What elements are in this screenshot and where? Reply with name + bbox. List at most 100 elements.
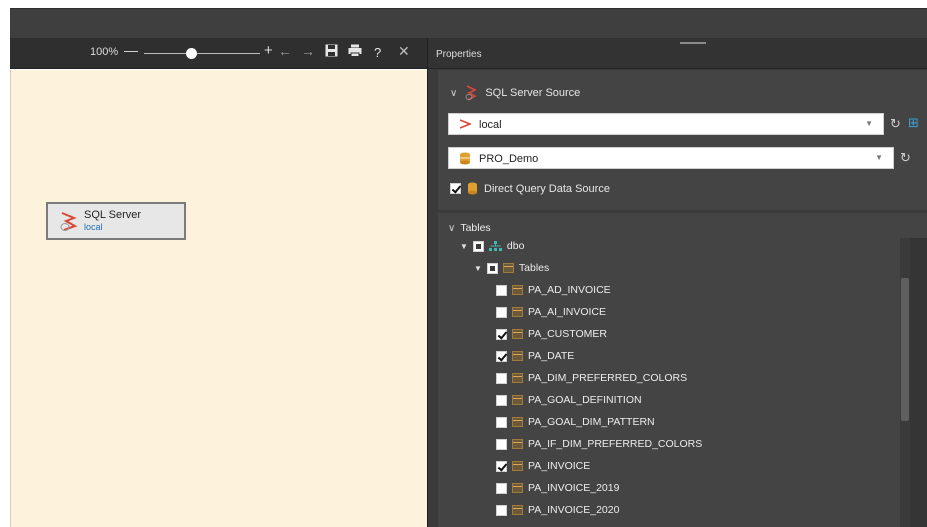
direct-query-row[interactable]: Direct Query Data Source (450, 182, 610, 195)
properties-pane: Properties ∨ SQL Server Source local ▼ ↻… (427, 38, 927, 527)
table-row[interactable]: PA_IF_DIM_PREFERRED_COLORS (496, 435, 702, 453)
table-checkbox[interactable] (496, 394, 507, 406)
expand-triangle-icon[interactable]: ▼ (474, 264, 482, 273)
direct-query-checkbox[interactable] (450, 183, 461, 194)
schema-checkbox[interactable] (472, 240, 484, 252)
tables-section-header[interactable]: ∨ Tables (448, 219, 491, 237)
table-row[interactable]: PA_AI_INVOICE (496, 303, 606, 321)
refresh-icon[interactable]: ↻ (890, 116, 901, 132)
table-name: PA_INVOICE (528, 460, 591, 472)
database-icon (468, 182, 477, 195)
table-name: PA_GOAL_DIM_PATTERN (528, 416, 655, 428)
server-value: local (479, 119, 502, 131)
diagram-pane: 100% — + ← → ? ✕ SQL Server local (10, 38, 427, 527)
resize-grip[interactable] (680, 42, 706, 44)
table-icon (512, 439, 523, 449)
sql-server-icon (60, 212, 78, 231)
chevron-down-icon[interactable]: ∨ (448, 223, 455, 234)
table-checkbox[interactable] (496, 350, 507, 362)
table-checkbox[interactable] (496, 416, 507, 428)
tables-folder-label: Tables (518, 262, 550, 274)
expand-triangle-icon[interactable]: ▼ (460, 242, 468, 251)
sql-server-icon (465, 85, 478, 101)
diagram-canvas[interactable]: SQL Server local (10, 70, 427, 527)
schema-label: dbo (506, 240, 525, 252)
table-name: PA_IF_DIM_PREFERRED_COLORS (528, 438, 703, 450)
direct-query-label: Direct Query Data Source (484, 182, 610, 195)
right-edge-strip (910, 238, 927, 527)
table-row[interactable]: PA_INVOICE_2020 (496, 501, 619, 519)
tables-section: ∨ Tables ▼ dbo ▼ Tables PA_AD_INVOICE PA_… (438, 213, 927, 527)
table-icon (512, 329, 523, 339)
schema-node-dbo[interactable]: ▼ dbo (460, 237, 524, 255)
table-icon (512, 307, 523, 317)
node-subtitle: local (84, 222, 103, 232)
table-row[interactable]: PA_CUSTOMER (496, 325, 607, 343)
table-checkbox[interactable] (496, 372, 507, 384)
table-icon (512, 505, 523, 515)
table-checkbox[interactable] (496, 284, 507, 296)
zoom-label: 100% (90, 46, 119, 58)
table-row[interactable]: PA_DIM_PREFERRED_COLORS (496, 369, 687, 387)
database-value: PRO_Demo (479, 153, 539, 165)
table-name: PA_DIM_PREFERRED_COLORS (528, 372, 688, 384)
tables-folder-checkbox[interactable] (486, 262, 498, 274)
properties-title: Properties (436, 49, 482, 60)
diagram-toolbar: 100% — + ← → ? ✕ (10, 38, 427, 69)
connection-settings-icon[interactable]: ⊞ (908, 115, 919, 131)
table-row[interactable]: PA_GOAL_DIM_PATTERN (496, 413, 655, 431)
table-checkbox[interactable] (496, 306, 507, 318)
table-icon (512, 351, 523, 361)
chevron-down-icon[interactable]: ▼ (875, 153, 883, 162)
sql-server-node[interactable]: SQL Server local (46, 202, 186, 240)
table-row[interactable]: PA_GOAL_DEFINITION (496, 391, 642, 409)
table-checkbox[interactable] (496, 328, 507, 340)
table-checkbox[interactable] (496, 438, 507, 450)
database-select[interactable]: PRO_Demo ▼ (448, 147, 894, 169)
table-checkbox[interactable] (496, 504, 507, 516)
table-icon (502, 263, 514, 273)
table-row[interactable]: PA_AD_INVOICE (496, 281, 611, 299)
properties-header: Properties (428, 38, 927, 69)
zoom-slider[interactable] (144, 53, 260, 54)
table-name: PA_AD_INVOICE (528, 284, 611, 296)
table-name: PA_AI_INVOICE (528, 306, 607, 318)
table-row[interactable]: PA_INVOICE_2019 (496, 479, 619, 497)
undo-icon[interactable]: ← (278, 43, 292, 59)
zoom-slider-thumb[interactable] (186, 48, 197, 59)
zoom-in-button[interactable]: + (264, 42, 273, 59)
chevron-down-icon[interactable]: ▼ (865, 119, 873, 128)
save-icon[interactable] (325, 44, 338, 60)
title-bar (10, 8, 927, 38)
tables-section-title: Tables (460, 222, 491, 234)
table-checkbox[interactable] (496, 482, 507, 494)
chevron-down-icon[interactable]: ∨ (450, 88, 457, 99)
server-select[interactable]: local ▼ (448, 113, 884, 135)
tables-scrollbar-thumb[interactable] (901, 278, 909, 421)
print-icon[interactable] (348, 44, 362, 60)
table-checkbox[interactable] (496, 460, 507, 472)
help-icon[interactable]: ? (374, 45, 381, 60)
refresh-icon[interactable]: ↻ (900, 150, 911, 166)
table-icon (512, 285, 523, 295)
table-icon (512, 461, 523, 471)
table-icon (512, 395, 523, 405)
server-icon (459, 119, 471, 129)
source-section: ∨ SQL Server Source local ▼ ↻ ⊞ PRO_Demo (438, 70, 927, 210)
source-section-title: SQL Server Source (485, 87, 581, 99)
table-name: PA_INVOICE_2020 (528, 504, 620, 516)
table-row[interactable]: PA_DATE (496, 347, 574, 365)
table-icon (512, 373, 523, 383)
table-row[interactable]: PA_INVOICE (496, 457, 590, 475)
source-section-header[interactable]: ∨ SQL Server Source (450, 85, 581, 101)
schema-tree-icon (488, 240, 502, 251)
table-icon (512, 417, 523, 427)
redo-icon[interactable]: → (301, 43, 315, 59)
table-name: PA_CUSTOMER (528, 328, 607, 340)
close-icon[interactable]: ✕ (398, 43, 410, 60)
table-icon (512, 483, 523, 493)
zoom-out-button[interactable]: — (124, 42, 138, 58)
node-title: SQL Server (84, 209, 142, 221)
table-name: PA_DATE (528, 350, 575, 362)
tables-folder-node[interactable]: ▼ Tables (474, 259, 549, 277)
